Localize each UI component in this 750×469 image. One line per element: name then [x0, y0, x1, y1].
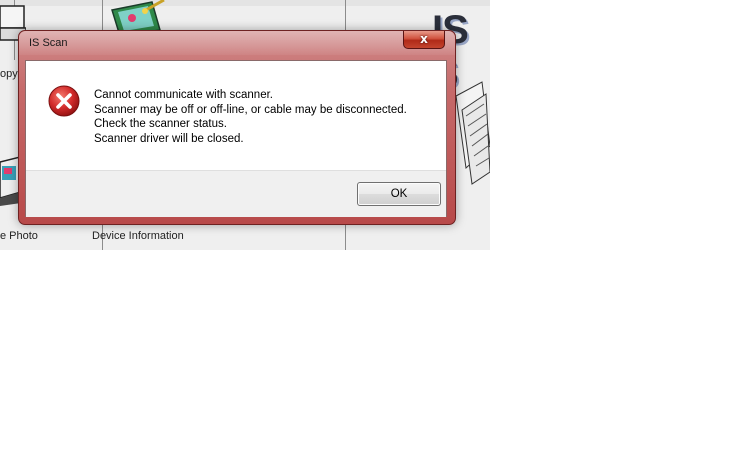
error-dialog: IS Scan x Cannot communicate with scanne… [18, 30, 456, 225]
close-icon: x [420, 32, 428, 46]
error-icon [48, 85, 80, 117]
error-message: Cannot communicate with scanner. Scanner… [94, 88, 407, 146]
copy-label: opy [0, 68, 18, 80]
device-information-label[interactable]: Device Information [92, 230, 184, 242]
dialog-button-bar: OK [26, 170, 446, 217]
ok-button[interactable]: OK [357, 182, 441, 206]
dialog-title-bar[interactable]: IS Scan [19, 31, 455, 55]
message-line: Scanner driver will be closed. [94, 132, 244, 145]
close-button[interactable]: x [403, 31, 445, 49]
message-line: Scanner may be off or off-line, or cable… [94, 103, 407, 116]
photo-label: e Photo [0, 230, 38, 242]
background-top-strip [0, 0, 490, 6]
dialog-content: Cannot communicate with scanner. Scanner… [25, 60, 447, 217]
scanned-documents-image [455, 81, 490, 185]
dialog-title: IS Scan [29, 37, 68, 49]
message-line: Check the scanner status. [94, 118, 227, 130]
message-line: Cannot communicate with scanner. [94, 89, 273, 101]
